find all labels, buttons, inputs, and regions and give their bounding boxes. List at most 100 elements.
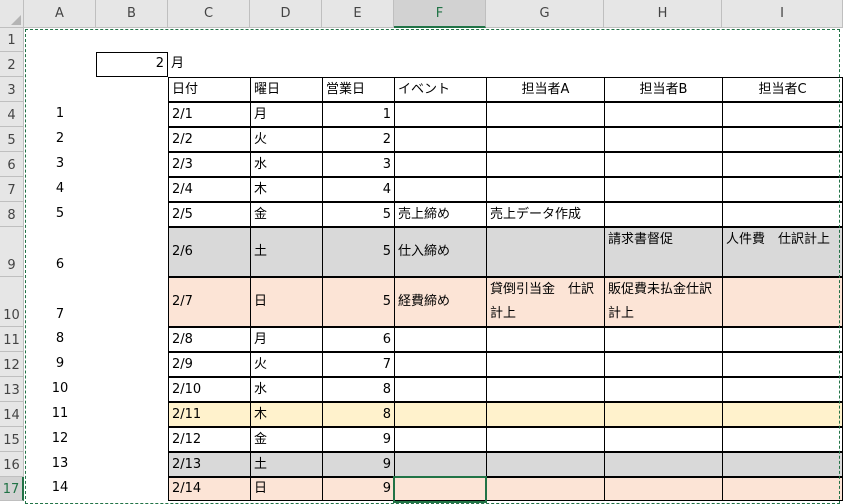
date-cell[interactable]: 2/11: [168, 402, 250, 427]
assignee-b-cell[interactable]: [604, 477, 722, 501]
date-cell[interactable]: 2/14: [168, 477, 250, 501]
date-cell[interactable]: 2/9: [168, 352, 250, 377]
assignee-b-cell[interactable]: [604, 402, 722, 427]
assignee-a-cell[interactable]: [486, 102, 604, 127]
assignee-c-cell[interactable]: [722, 427, 843, 452]
assignee-c-cell[interactable]: [722, 452, 843, 477]
row-index-8[interactable]: 8: [24, 327, 96, 352]
header-weekday[interactable]: 曜日: [250, 77, 322, 102]
bizday-cell[interactable]: 8: [322, 377, 394, 402]
header-date[interactable]: 日付: [168, 77, 250, 102]
row-index-12[interactable]: 12: [24, 427, 96, 452]
assignee-b-cell[interactable]: [604, 152, 722, 177]
assignee-b-cell[interactable]: 請求書督促: [604, 227, 722, 277]
row-index-3[interactable]: 3: [24, 152, 96, 177]
assignee-c-cell[interactable]: [722, 477, 843, 501]
assignee-c-cell[interactable]: [722, 352, 843, 377]
row-index-4[interactable]: 4: [24, 177, 96, 202]
row-header-9[interactable]: 9: [0, 227, 24, 277]
row-header-7[interactable]: 7: [0, 177, 24, 202]
row-index-6[interactable]: 6: [24, 227, 96, 277]
assignee-b-cell[interactable]: [604, 102, 722, 127]
row-index-13[interactable]: 13: [24, 452, 96, 477]
row-index-11[interactable]: 11: [24, 402, 96, 427]
event-cell[interactable]: [394, 127, 486, 152]
weekday-cell[interactable]: 木: [250, 402, 322, 427]
event-cell[interactable]: [394, 477, 486, 501]
assignee-a-cell[interactable]: [486, 377, 604, 402]
assignee-b-cell[interactable]: [604, 127, 722, 152]
bizday-cell[interactable]: 5: [322, 227, 394, 277]
assignee-a-cell[interactable]: [486, 152, 604, 177]
bizday-cell[interactable]: 7: [322, 352, 394, 377]
weekday-cell[interactable]: 木: [250, 177, 322, 202]
event-cell[interactable]: [394, 327, 486, 352]
row-index-7[interactable]: 7: [24, 277, 96, 327]
cell-b2[interactable]: 2: [96, 52, 168, 77]
event-cell[interactable]: [394, 452, 486, 477]
row-header-13[interactable]: 13: [0, 377, 24, 402]
bizday-cell[interactable]: 2: [322, 127, 394, 152]
assignee-c-cell[interactable]: [722, 202, 843, 227]
weekday-cell[interactable]: 火: [250, 352, 322, 377]
column-header-h[interactable]: H: [604, 0, 722, 28]
header-bizday[interactable]: 営業日: [322, 77, 394, 102]
date-cell[interactable]: 2/1: [168, 102, 250, 127]
assignee-b-cell[interactable]: [604, 427, 722, 452]
event-cell[interactable]: [394, 402, 486, 427]
column-header-c[interactable]: C: [168, 0, 250, 28]
assignee-a-cell[interactable]: [486, 227, 604, 277]
event-cell[interactable]: 経費締め: [394, 277, 486, 327]
event-cell[interactable]: [394, 352, 486, 377]
header-c[interactable]: 担当者C: [722, 77, 843, 102]
row-header-8[interactable]: 8: [0, 202, 24, 227]
assignee-a-cell[interactable]: [486, 327, 604, 352]
bizday-cell[interactable]: 9: [322, 452, 394, 477]
bizday-cell[interactable]: 5: [322, 277, 394, 327]
weekday-cell[interactable]: 月: [250, 102, 322, 127]
event-cell[interactable]: 売上締め: [394, 202, 486, 227]
date-cell[interactable]: 2/3: [168, 152, 250, 177]
bizday-cell[interactable]: 1: [322, 102, 394, 127]
row-index-9[interactable]: 9: [24, 352, 96, 377]
weekday-cell[interactable]: 水: [250, 152, 322, 177]
row-header-4[interactable]: 4: [0, 102, 24, 127]
weekday-cell[interactable]: 火: [250, 127, 322, 152]
date-cell[interactable]: 2/4: [168, 177, 250, 202]
cell-c2-month-label[interactable]: 月: [168, 52, 250, 77]
row-header-5[interactable]: 5: [0, 127, 24, 152]
row-header-2[interactable]: 2: [0, 52, 24, 77]
row-header-12[interactable]: 12: [0, 352, 24, 377]
row-header-15[interactable]: 15: [0, 427, 24, 452]
assignee-a-cell[interactable]: [486, 177, 604, 202]
assignee-b-cell[interactable]: [604, 377, 722, 402]
row-header-17[interactable]: 17: [0, 477, 24, 501]
weekday-cell[interactable]: 日: [250, 477, 322, 501]
row-header-3[interactable]: 3: [0, 77, 24, 102]
date-cell[interactable]: 2/2: [168, 127, 250, 152]
assignee-c-cell[interactable]: [722, 152, 843, 177]
date-cell[interactable]: 2/13: [168, 452, 250, 477]
assignee-c-cell[interactable]: [722, 402, 843, 427]
column-header-g[interactable]: G: [486, 0, 604, 28]
event-cell[interactable]: [394, 102, 486, 127]
row-index-5[interactable]: 5: [24, 202, 96, 227]
column-header-b[interactable]: B: [96, 0, 168, 28]
assignee-c-cell[interactable]: [722, 377, 843, 402]
row-index-14[interactable]: 14: [24, 477, 96, 501]
row-header-11[interactable]: 11: [0, 327, 24, 352]
assignee-a-cell[interactable]: [486, 477, 604, 501]
assignee-a-cell[interactable]: 貸倒引当金 仕訳計上: [486, 277, 604, 327]
assignee-a-cell[interactable]: 売上データ作成: [486, 202, 604, 227]
assignee-c-cell[interactable]: [722, 327, 843, 352]
bizday-cell[interactable]: 8: [322, 402, 394, 427]
event-cell[interactable]: [394, 177, 486, 202]
date-cell[interactable]: 2/7: [168, 277, 250, 327]
bizday-cell[interactable]: 6: [322, 327, 394, 352]
assignee-a-cell[interactable]: [486, 452, 604, 477]
row-index-2[interactable]: 2: [24, 127, 96, 152]
row-index-1[interactable]: 1: [24, 102, 96, 127]
assignee-a-cell[interactable]: [486, 352, 604, 377]
assignee-c-cell[interactable]: [722, 102, 843, 127]
row-header-6[interactable]: 6: [0, 152, 24, 177]
